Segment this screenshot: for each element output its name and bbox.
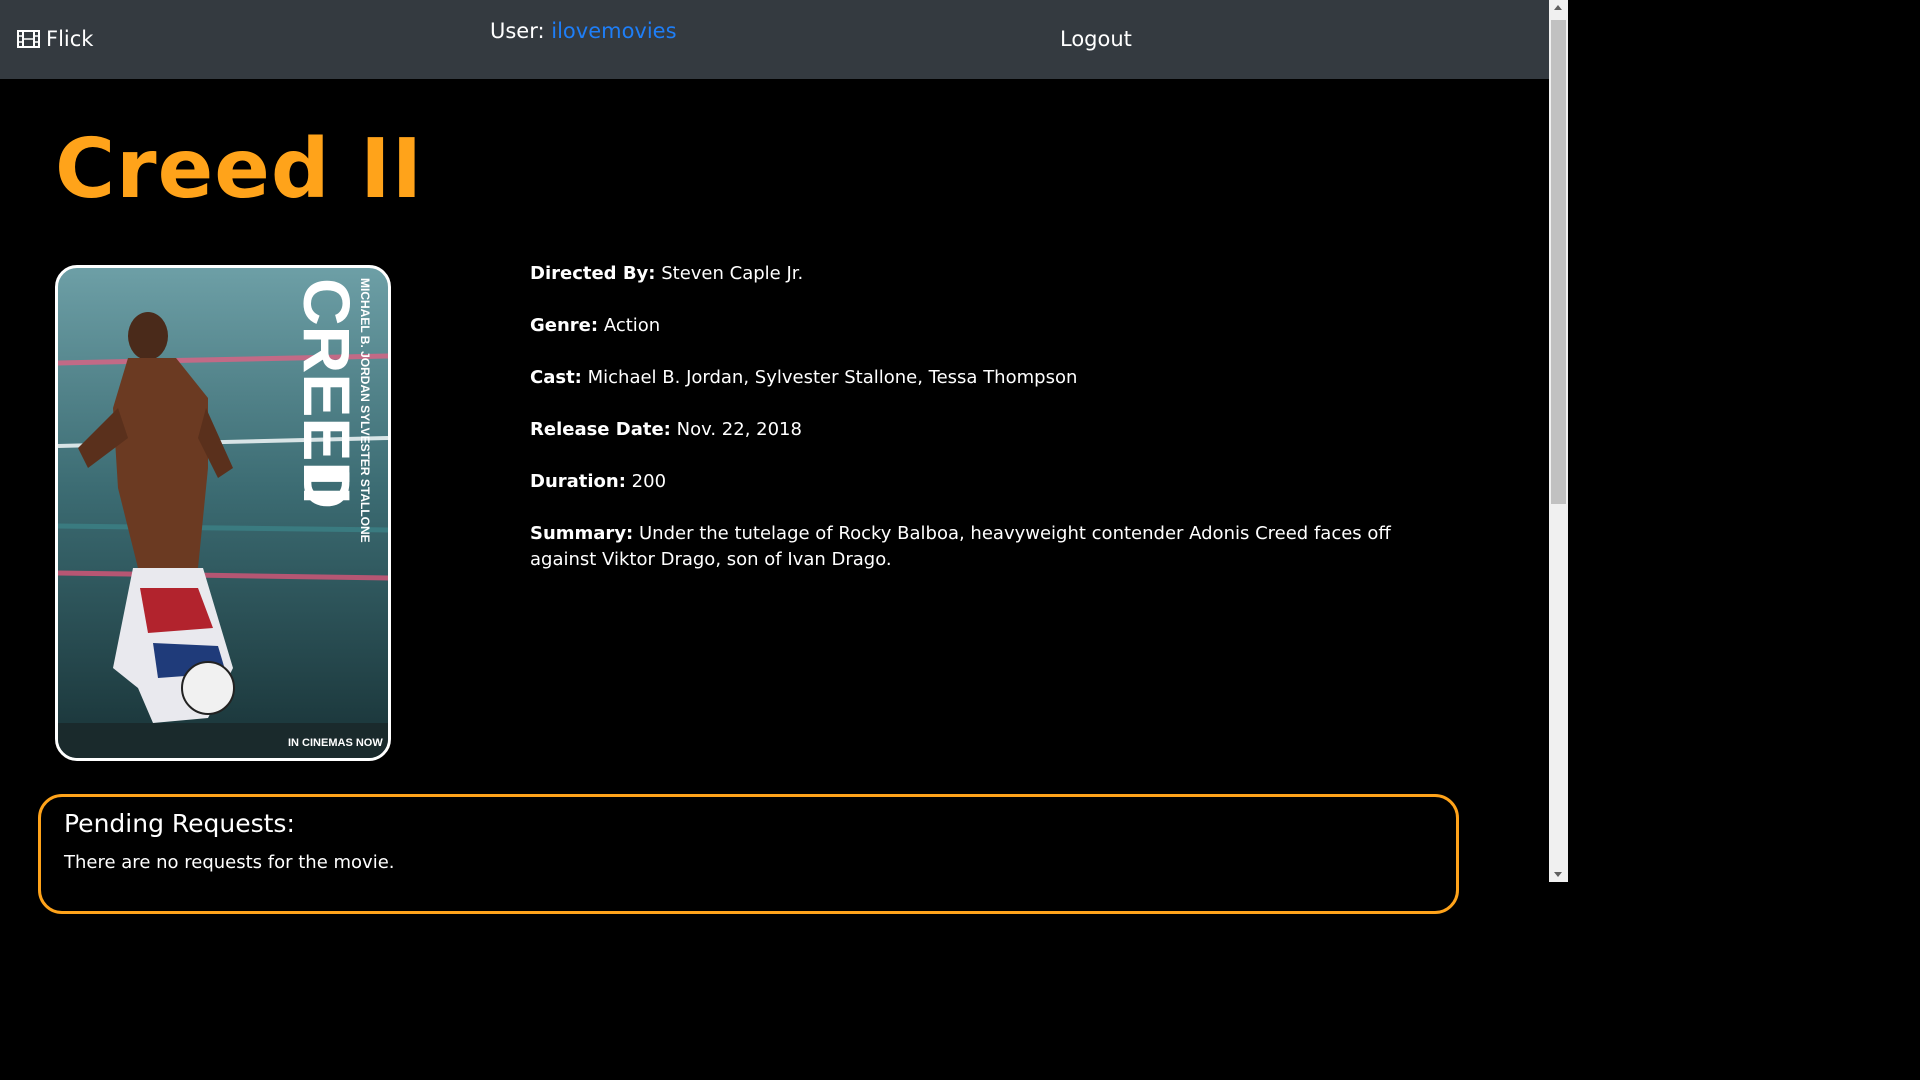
- scrollbar-thumb[interactable]: [1551, 20, 1566, 504]
- detail-value: Action: [603, 315, 661, 336]
- detail-summary: Summary: Under the tutelage of Rocky Bal…: [530, 521, 1450, 573]
- poster-credits: MICHAEL B. JORDAN SYLVESTER STALLONE: [358, 278, 372, 543]
- detail-label: Cast:: [530, 367, 582, 388]
- movie-details: Directed By: Steven Caple Jr. Genre: Act…: [530, 261, 1450, 599]
- detail-director: Directed By: Steven Caple Jr.: [530, 261, 1450, 287]
- detail-cast: Cast: Michael B. Jordan, Sylvester Stall…: [530, 365, 1450, 391]
- user-prefix: User:: [490, 19, 552, 43]
- pending-requests-panel: Pending Requests: There are no requests …: [38, 794, 1459, 914]
- vertical-scrollbar[interactable]: [1549, 0, 1568, 882]
- detail-label: Duration:: [530, 471, 626, 492]
- username-link[interactable]: ilovemovies: [551, 19, 676, 43]
- scroll-up-arrow-icon[interactable]: [1554, 5, 1562, 10]
- poster-credits-group: MICHAEL B. JORDAN SYLVESTER STALLONE: [358, 278, 372, 543]
- poster-numeral: II: [290, 468, 364, 505]
- poster-title-group: CREED II: [290, 278, 364, 509]
- navbar: Flick User: ilovemovies Logout: [0, 0, 1549, 79]
- detail-label: Genre:: [530, 315, 599, 336]
- detail-value: 200: [631, 471, 667, 492]
- pending-requests-message: There are no requests for the movie.: [64, 852, 395, 873]
- detail-value: Steven Caple Jr.: [661, 263, 804, 284]
- pending-requests-heading: Pending Requests:: [64, 809, 295, 838]
- detail-label: Release Date:: [530, 419, 671, 440]
- detail-label: Summary:: [530, 523, 634, 544]
- brand-label: Flick: [46, 27, 94, 51]
- movie-poster: CREED II MICHAEL B. JORDAN SYLVESTER STA…: [55, 265, 391, 761]
- ring-rope: [58, 523, 388, 533]
- detail-genre: Genre: Action: [530, 313, 1450, 339]
- scroll-down-arrow-icon[interactable]: [1554, 872, 1562, 877]
- brand-link[interactable]: Flick: [17, 27, 93, 51]
- detail-value: Nov. 22, 2018: [676, 419, 802, 440]
- detail-release-date: Release Date: Nov. 22, 2018: [530, 417, 1450, 443]
- detail-value: Michael B. Jordan, Sylvester Stallone, T…: [587, 367, 1078, 388]
- logout-link[interactable]: Logout: [1060, 27, 1132, 51]
- poster-tagline: IN CINEMAS NOW: [288, 737, 383, 749]
- detail-label: Directed By:: [530, 263, 656, 284]
- ring-rope: [58, 570, 388, 581]
- detail-value: Under the tutelage of Rocky Balboa, heav…: [530, 523, 1391, 570]
- film-icon: [17, 30, 40, 48]
- detail-duration: Duration: 200: [530, 469, 1450, 495]
- movie-title: Creed II: [55, 122, 424, 217]
- user-display: User: ilovemovies: [490, 19, 677, 43]
